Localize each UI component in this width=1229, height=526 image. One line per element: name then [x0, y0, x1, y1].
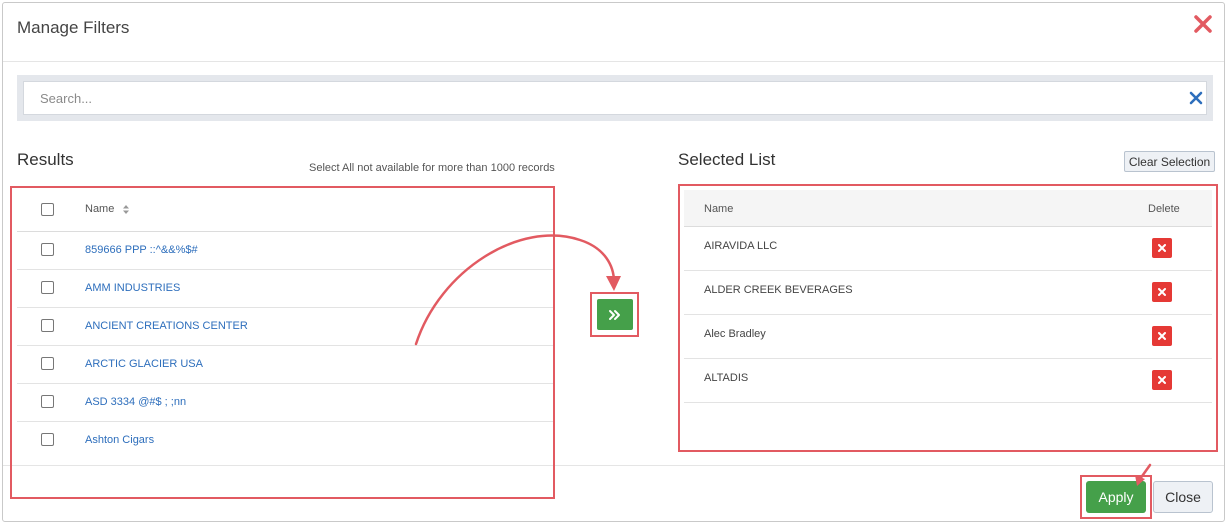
row-checkbox[interactable]	[41, 243, 54, 256]
table-row: ASD 3334 @#$ ; ;nn	[17, 384, 555, 422]
result-link[interactable]: Ashton Cigars	[85, 434, 154, 446]
search-input[interactable]	[23, 81, 1207, 115]
delete-button[interactable]	[1152, 326, 1172, 346]
modal-header: Manage Filters	[3, 3, 1224, 62]
selected-list-title: Selected List	[678, 150, 776, 169]
modal-title: Manage Filters	[17, 18, 130, 37]
results-header-row: Name	[17, 189, 555, 232]
row-checkbox[interactable]	[41, 357, 54, 370]
delete-icon	[1158, 332, 1166, 340]
search-bar	[17, 75, 1213, 121]
row-checkbox[interactable]	[41, 281, 54, 294]
selected-column-name: Name	[704, 203, 734, 215]
delete-button[interactable]	[1152, 238, 1172, 258]
table-row: AMM INDUSTRIES	[17, 270, 555, 308]
results-column-name-label: Name	[85, 203, 115, 215]
result-link[interactable]: ASD 3334 @#$ ; ;nn	[85, 396, 186, 408]
manage-filters-modal: Manage Filters Results Select All not av…	[2, 2, 1225, 522]
results-table: Name 859666 PPP ::^&&%$# AMM INDUSTRIES …	[17, 189, 555, 457]
delete-button[interactable]	[1152, 370, 1172, 390]
clear-selection-button[interactable]: Clear Selection	[1124, 151, 1215, 172]
close-icon[interactable]	[1192, 13, 1214, 35]
row-checkbox[interactable]	[41, 319, 54, 332]
select-all-checkbox[interactable]	[41, 203, 54, 216]
selected-row: AIRAVIDA LLC	[684, 227, 1212, 271]
selected-item-name: Alec Bradley	[704, 328, 766, 340]
selected-row: Alec Bradley	[684, 315, 1212, 359]
selected-list-table: Name Delete AIRAVIDA LLC ALDER CREEK BEV…	[684, 190, 1212, 446]
apply-button[interactable]: Apply	[1086, 481, 1146, 513]
close-button[interactable]: Close	[1153, 481, 1213, 513]
clear-search-icon[interactable]	[1189, 91, 1203, 105]
table-row: 859666 PPP ::^&&%$#	[17, 232, 555, 270]
result-link[interactable]: ARCTIC GLACIER USA	[85, 358, 203, 370]
selected-column-delete: Delete	[1148, 203, 1180, 215]
table-row: ANCIENT CREATIONS CENTER	[17, 308, 555, 346]
row-checkbox[interactable]	[41, 433, 54, 446]
selected-list-frame: Name Delete AIRAVIDA LLC ALDER CREEK BEV…	[678, 184, 1218, 452]
selected-header-row: Name Delete	[684, 190, 1212, 227]
selected-item-name: ALDER CREEK BEVERAGES	[704, 284, 853, 296]
selected-item-name: AIRAVIDA LLC	[704, 240, 778, 252]
row-checkbox[interactable]	[41, 395, 54, 408]
result-link[interactable]: ANCIENT CREATIONS CENTER	[85, 320, 248, 332]
selected-row: ALDER CREEK BEVERAGES	[684, 271, 1212, 315]
sort-icon[interactable]	[122, 204, 130, 215]
result-link[interactable]: 859666 PPP ::^&&%$#	[85, 244, 198, 256]
move-to-selected-button[interactable]	[597, 299, 633, 330]
delete-icon	[1158, 288, 1166, 296]
table-row: Ashton Cigars	[17, 422, 555, 457]
results-column-name[interactable]: Name	[85, 203, 130, 215]
delete-icon	[1158, 244, 1166, 252]
result-link[interactable]: AMM INDUSTRIES	[85, 282, 180, 294]
delete-icon	[1158, 376, 1166, 384]
results-title: Results	[17, 150, 74, 169]
select-all-note: Select All not available for more than 1…	[309, 162, 555, 174]
delete-button[interactable]	[1152, 282, 1172, 302]
selected-row: ALTADIS	[684, 359, 1212, 403]
table-row: ARCTIC GLACIER USA	[17, 346, 555, 384]
double-chevron-right-icon	[609, 309, 620, 320]
selected-item-name: ALTADIS	[704, 372, 749, 384]
footer-divider	[3, 465, 1224, 466]
